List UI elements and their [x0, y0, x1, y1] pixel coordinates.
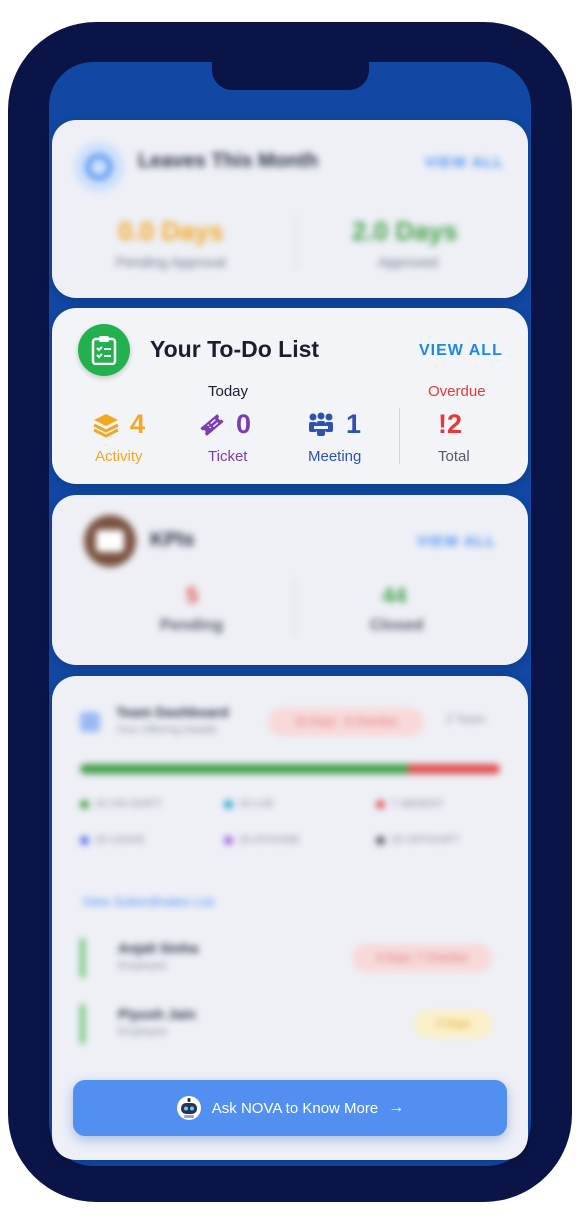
- today-label: Today: [208, 383, 249, 400]
- kpis-closed-label: Closed: [370, 617, 424, 634]
- overdue-total-value[interactable]: !2: [438, 409, 462, 440]
- leaves-card[interactable]: Leaves This Month VIEW ALL 0.0 Days Pend…: [52, 120, 528, 298]
- dashboard-title: Team Dashboard: [116, 704, 229, 720]
- kpis-card[interactable]: KPIs VIEW ALL 5 Pending 44 Closed: [52, 495, 528, 665]
- ask-nova-label: Ask NOVA to Know More: [211, 1099, 379, 1117]
- leaves-view-all-link[interactable]: VIEW ALL: [425, 154, 504, 171]
- status-badge: 4 Days: [414, 1010, 492, 1038]
- kpis-view-all-link[interactable]: VIEW ALL: [417, 533, 496, 550]
- list-item[interactable]: Piyush Jain Employee 4 Days: [80, 1004, 492, 1048]
- leaves-title: Leaves This Month: [138, 150, 319, 172]
- todo-title: Your To-Do List: [150, 336, 320, 362]
- activity-label: Activity: [95, 448, 143, 465]
- arrow-right-icon: →: [388, 1099, 405, 1116]
- leaves-approved-value: 2.0 Days: [352, 216, 458, 246]
- leaves-icon: [74, 142, 124, 192]
- status-badge: 4 Days, 7 Overdue: [352, 944, 492, 972]
- ticket-label: Ticket: [208, 448, 248, 465]
- divider: [296, 216, 297, 270]
- kpis-pending-label: Pending: [160, 617, 224, 634]
- attendance-progress-bar: [80, 764, 500, 774]
- activity-count: 4: [130, 409, 146, 439]
- todo-card[interactable]: Your To-Do List VIEW ALL Today Overdue 4…: [52, 308, 528, 484]
- total-label: Total: [438, 448, 470, 465]
- view-subordinates-link[interactable]: View Subordinates List: [82, 894, 214, 909]
- legend-item: 7 ABSENT: [376, 798, 444, 810]
- dashboard-status-pill: 20 Days · 8 Overdue: [268, 708, 424, 736]
- legend-item: 20 OFFSHIFT: [376, 834, 460, 846]
- leaves-pending-value: 0.0 Days: [118, 216, 224, 246]
- kpis-title: KPIs: [150, 529, 195, 551]
- meeting-label: Meeting: [308, 448, 362, 465]
- dashboard-subtitle: Your Offering Details: [116, 724, 217, 736]
- dashboard-team-count: 2 Team: [446, 712, 486, 726]
- side-button: [8, 292, 20, 376]
- divider: [399, 408, 400, 464]
- side-button: [8, 394, 20, 478]
- todo-view-all-link[interactable]: VIEW ALL: [419, 342, 503, 360]
- meeting-icon: [309, 412, 333, 436]
- kpi-icon: [84, 515, 136, 567]
- ticket-stat[interactable]: 0: [198, 409, 251, 440]
- layers-icon: [93, 413, 119, 438]
- ask-nova-button[interactable]: Ask NOVA to Know More →: [73, 1080, 507, 1136]
- meeting-stat[interactable]: 1: [306, 409, 361, 440]
- leaves-pending-label: Pending Approval: [116, 254, 226, 270]
- activity-stat[interactable]: 4: [92, 409, 145, 440]
- checklist-icon: [78, 324, 130, 376]
- ticket-icon: [200, 413, 224, 436]
- team-icon: [80, 712, 100, 732]
- legend-item: 20 LEAVE: [80, 834, 145, 846]
- phone-notch: [212, 62, 369, 90]
- legend-item: 20 ATHOME: [224, 834, 300, 846]
- robot-icon: [176, 1096, 201, 1120]
- meeting-count: 1: [346, 409, 362, 439]
- kpis-pending-value: 5: [186, 583, 199, 608]
- legend-item: 20 LVE: [224, 798, 274, 810]
- leaves-approved-label: Approved: [378, 254, 438, 270]
- legend-item: 20 ON-SHIFT: [80, 798, 162, 810]
- divider: [294, 577, 295, 637]
- list-item[interactable]: Anjali Sinha Employee 4 Days, 7 Overdue: [80, 938, 492, 982]
- overdue-label: Overdue: [428, 383, 486, 400]
- ticket-count: 0: [236, 409, 252, 439]
- kpis-closed-value: 44: [382, 583, 407, 608]
